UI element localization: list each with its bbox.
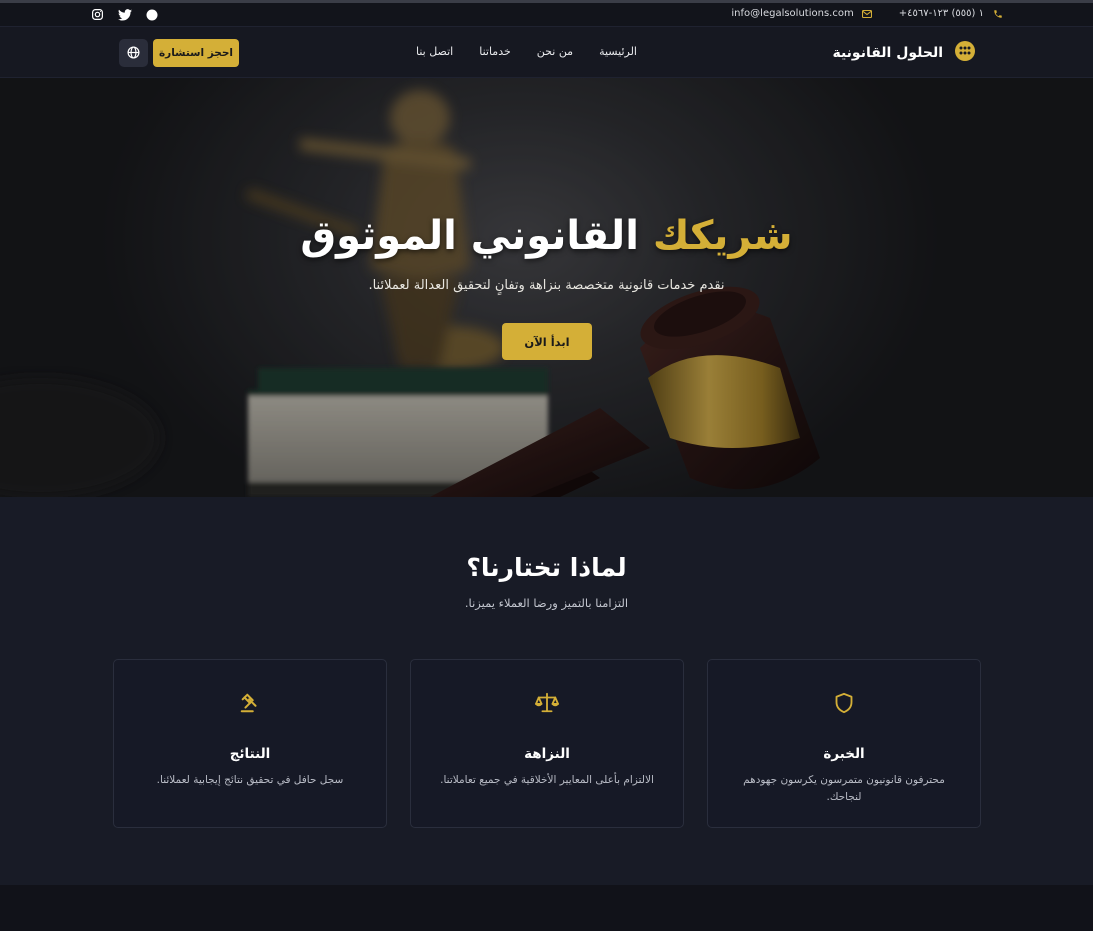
get-started-button[interactable]: ابدأ الآن <box>502 323 592 360</box>
nav-menu: الرئيسية من نحن خدماتنا اتصل بنا <box>416 45 637 58</box>
top-bar: info@legalsolutions.com +١ (٥٥٥) ١٢٣-٤٥٦… <box>0 3 1093 27</box>
brand-name: الحلول القانونية <box>832 45 943 61</box>
circle-icon[interactable] <box>144 7 159 22</box>
twitter-icon[interactable] <box>117 7 132 22</box>
card-title: الخبرة <box>823 746 865 762</box>
nav-item-about[interactable]: من نحن <box>537 45 573 58</box>
brand-logo-icon <box>955 41 975 65</box>
instagram-icon[interactable] <box>90 7 105 22</box>
hero-subtitle: نقدم خدمات قانونية متخصصة بنزاهة وتفانٍ … <box>368 278 725 293</box>
shield-icon <box>834 692 854 718</box>
section-title: لماذا تختارنا؟ <box>466 553 627 582</box>
contact-info: info@legalsolutions.com +١ (٥٥٥) ١٢٣-٤٥٦… <box>731 8 1003 19</box>
card-title: النتائج <box>229 746 271 762</box>
phone-icon <box>992 8 1003 19</box>
feature-card-expertise: الخبرة محترفون قانونيون متمرسون يكرسون ج… <box>707 659 981 828</box>
globe-icon <box>127 44 140 63</box>
nav-item-services[interactable]: خدماتنا <box>479 45 511 58</box>
nav-item-contact[interactable]: اتصل بنا <box>416 45 453 58</box>
hero-title: شريكك القانوني الموثوق <box>0 213 1093 259</box>
section-subtitle: التزامنا بالتميز ورضا العملاء يميزنا. <box>464 596 629 610</box>
main-navbar: الحلول القانونية الرئيسية من نحن خدماتنا… <box>0 27 1093 78</box>
card-description: الالتزام بأعلى المعايير الأخلاقية في جمي… <box>440 774 654 786</box>
card-description: محترفون قانونيون متمرسون يكرسون جهودهم ل… <box>743 774 945 803</box>
hero-title-rest: القانوني الموثوق <box>300 213 639 259</box>
brand[interactable]: الحلول القانونية <box>832 41 975 65</box>
card-title: النزاهة <box>524 746 570 762</box>
nav-item-home[interactable]: الرئيسية <box>599 45 637 58</box>
email-text[interactable]: info@legalsolutions.com <box>731 8 853 19</box>
mail-icon <box>862 8 873 19</box>
hero-section: شريكك القانوني الموثوق نقدم خدمات قانوني… <box>0 78 1093 497</box>
phone-text[interactable]: +١ (٥٥٥) ١٢٣-٤٥٦٧ <box>899 8 984 19</box>
feature-card-results: النتائج سجل حافل في تحقيق نتائج إيجابية … <box>113 659 387 828</box>
why-choose-us-section: لماذا تختارنا؟ التزامنا بالتميز ورضا الع… <box>0 497 1093 885</box>
language-button[interactable] <box>119 39 148 67</box>
footer-start <box>0 885 1093 931</box>
scales-icon <box>535 692 559 718</box>
social-links <box>90 7 159 22</box>
book-consultation-button[interactable]: احجز استشارة <box>153 39 239 67</box>
hero-title-highlight: شريكك <box>652 213 793 259</box>
card-description: سجل حافل في تحقيق نتائج إيجابية لعملائنا… <box>156 774 344 786</box>
feature-card-integrity: النزاهة الالتزام بأعلى المعايير الأخلاقي… <box>410 659 684 828</box>
gavel-icon <box>239 692 261 718</box>
